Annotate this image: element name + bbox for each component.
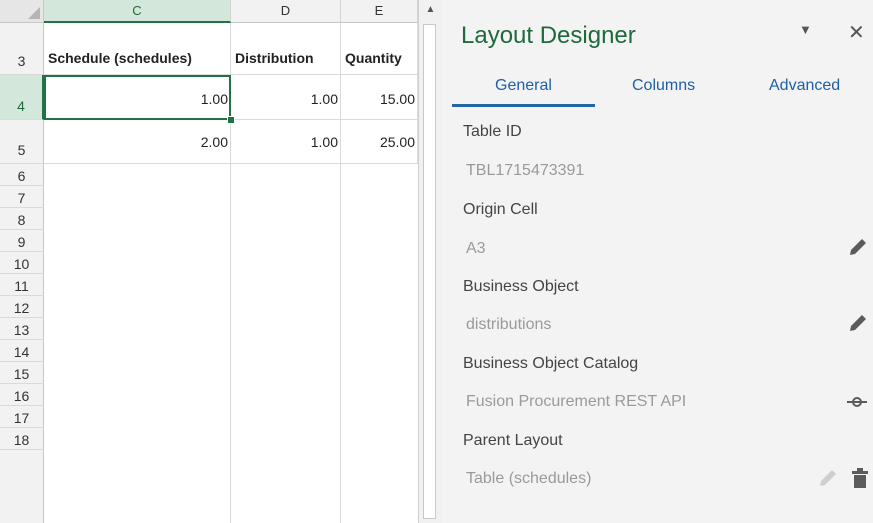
- origin-cell-value: A3: [466, 240, 486, 257]
- cell-d3[interactable]: Distribution: [231, 23, 341, 75]
- row-header-12[interactable]: 12: [0, 296, 44, 318]
- cell-e4[interactable]: 15.00: [341, 75, 418, 120]
- cell-d5[interactable]: 1.00: [231, 120, 341, 164]
- row-header-10[interactable]: 10: [0, 252, 44, 274]
- row-header-9[interactable]: 9: [0, 230, 44, 252]
- row-header-11[interactable]: 11: [0, 274, 44, 296]
- empty-cells-area[interactable]: [44, 164, 418, 523]
- select-all-corner[interactable]: [0, 0, 44, 23]
- tab-advanced[interactable]: Advanced: [769, 77, 840, 95]
- row-header-3[interactable]: 3: [0, 23, 44, 75]
- tab-general[interactable]: General: [495, 77, 552, 95]
- row-header-13[interactable]: 13: [0, 318, 44, 340]
- row-header-7[interactable]: 7: [0, 186, 44, 208]
- cell-e3[interactable]: Quantity: [341, 23, 418, 75]
- catalog-value: Fusion Procurement REST API: [466, 393, 687, 410]
- active-tab-indicator: [452, 104, 595, 107]
- tab-columns[interactable]: Columns: [632, 77, 695, 95]
- row-header-16[interactable]: 16: [0, 384, 44, 406]
- row-header-18[interactable]: 18: [0, 428, 44, 450]
- select-all-triangle-icon: [28, 7, 40, 19]
- vertical-scrollbar[interactable]: ▲: [418, 0, 442, 523]
- column-header-e[interactable]: E: [341, 0, 418, 23]
- scroll-up-icon[interactable]: ▲: [419, 0, 442, 20]
- fill-handle[interactable]: [227, 116, 235, 124]
- row-header-6[interactable]: 6: [0, 164, 44, 186]
- catalog-api-link-icon[interactable]: [846, 391, 868, 413]
- business-object-label: Business Object: [463, 278, 579, 295]
- scrollbar-thumb[interactable]: [423, 24, 436, 519]
- pane-close-icon[interactable]: ✕: [848, 20, 865, 45]
- column-header-c[interactable]: C: [44, 0, 231, 23]
- row-header-5[interactable]: 5: [0, 120, 44, 164]
- delete-parent-layout-trash-icon[interactable]: [849, 467, 871, 489]
- origin-cell-label: Origin Cell: [463, 201, 538, 218]
- table-id-value: TBL1715473391: [466, 162, 585, 179]
- spreadsheet-grid[interactable]: C D E 3 4 5 6 7 8 9 10 11 12 13 14 15 16…: [0, 0, 418, 523]
- parent-layout-value: Table (schedules): [466, 470, 592, 487]
- cell-d4[interactable]: 1.00: [231, 75, 341, 120]
- pane-title: Layout Designer: [461, 22, 636, 49]
- row-header-empty: [0, 450, 44, 523]
- row-header-8[interactable]: 8: [0, 208, 44, 230]
- parent-layout-label: Parent Layout: [463, 432, 563, 449]
- layout-designer-pane: Layout Designer ▼ ✕ General Columns Adva…: [442, 0, 873, 523]
- pane-options-chevron-icon[interactable]: ▼: [799, 22, 812, 37]
- edit-origin-cell-pencil-icon[interactable]: [847, 236, 869, 258]
- catalog-label: Business Object Catalog: [463, 355, 639, 372]
- business-object-value: distributions: [466, 316, 552, 333]
- cell-e5[interactable]: 25.00: [341, 120, 418, 164]
- row-header-14[interactable]: 14: [0, 340, 44, 362]
- row-header-4[interactable]: 4: [0, 75, 44, 120]
- edit-business-object-pencil-icon[interactable]: [847, 312, 869, 334]
- row-header-17[interactable]: 17: [0, 406, 44, 428]
- cell-c3[interactable]: Schedule (schedules): [44, 23, 231, 75]
- row-header-15[interactable]: 15: [0, 362, 44, 384]
- edit-parent-layout-pencil-icon[interactable]: [817, 467, 839, 489]
- table-id-label: Table ID: [463, 123, 522, 140]
- cell-c4[interactable]: 1.00: [44, 75, 231, 120]
- cell-c5[interactable]: 2.00: [44, 120, 231, 164]
- column-header-d[interactable]: D: [231, 0, 341, 23]
